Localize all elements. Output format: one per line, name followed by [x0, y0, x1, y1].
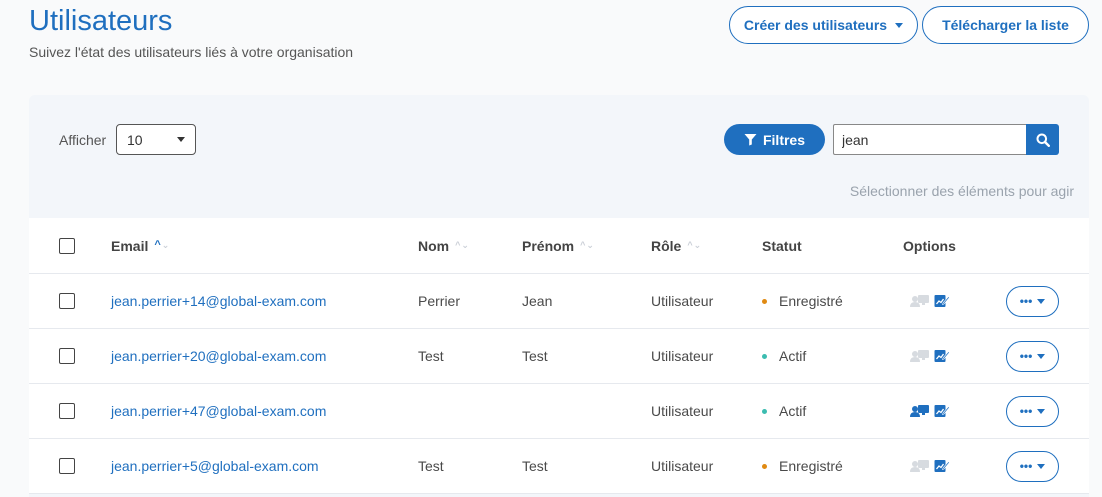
user-monitor-icon[interactable] — [910, 349, 930, 363]
page-title: Utilisateurs — [29, 5, 173, 37]
row-actions-button[interactable]: ••• — [1006, 395, 1059, 427]
create-users-label: Créer des utilisateurs — [743, 17, 888, 33]
filter-icon — [744, 134, 757, 146]
user-role: Utilisateur — [651, 348, 714, 364]
table-row: jean.perrier+20@global-exam.com Test Tes… — [29, 329, 1089, 384]
column-options-header: Options — [903, 237, 956, 254]
user-prenom: Test — [522, 348, 548, 364]
user-nom: Perrier — [418, 293, 461, 309]
page-size-select[interactable]: 10 — [116, 124, 196, 155]
users-panel: Afficher 10 Filtres Sélectionner des élé… — [29, 95, 1089, 497]
table-row: jean.perrier+47@global-exam.com Utilisat… — [29, 384, 1089, 439]
table-row: jean.perrier+5@global-exam.com Test Test… — [29, 439, 1089, 494]
user-role: Utilisateur — [651, 403, 714, 419]
edit-chart-icon[interactable] — [934, 349, 950, 363]
row-actions-button[interactable]: ••• — [1006, 450, 1059, 482]
column-email-label: Email — [111, 237, 149, 254]
user-email-link[interactable]: jean.perrier+14@global-exam.com — [111, 293, 326, 309]
row-checkbox[interactable] — [59, 348, 75, 364]
sort-icon: ^ ⌄ — [154, 239, 170, 251]
row-options — [903, 384, 950, 438]
table-row: jean.perrier+14@global-exam.com Perrier … — [29, 274, 1089, 329]
status-dot-icon — [762, 408, 767, 414]
chevron-down-icon — [1037, 408, 1046, 414]
edit-chart-icon[interactable] — [934, 459, 950, 473]
row-checkbox[interactable] — [59, 293, 75, 309]
status-badge: Enregistré — [762, 439, 843, 493]
search-button[interactable] — [1026, 124, 1059, 155]
column-statut-header: Statut — [762, 237, 802, 254]
column-nom-label: Nom — [418, 237, 450, 254]
row-options — [903, 439, 950, 493]
sort-icon: ^ ⌄ — [580, 240, 594, 250]
more-icon: ••• — [1019, 404, 1033, 418]
status-label: Actif — [779, 403, 807, 419]
status-dot-icon — [762, 353, 767, 359]
status-badge: Actif — [762, 329, 806, 383]
status-badge: Actif — [762, 384, 806, 438]
table-header-row: Email ^ ⌄ Nom ^ ⌄ Prénom ^ ⌄ Rôle ^ ⌄ Statut… — [29, 218, 1089, 274]
edit-chart-icon[interactable] — [934, 294, 950, 308]
row-checkbox[interactable] — [59, 458, 75, 474]
select-all-checkbox[interactable] — [59, 237, 75, 254]
user-nom: Test — [418, 458, 444, 474]
users-table: Email ^ ⌄ Nom ^ ⌄ Prénom ^ ⌄ Rôle ^ ⌄ Statut… — [29, 218, 1089, 494]
sort-icon: ^ ⌄ — [687, 240, 702, 250]
column-role-label: Rôle — [651, 237, 682, 254]
column-email-header[interactable]: Email ^ ⌄ — [111, 218, 169, 273]
more-icon: ••• — [1019, 349, 1033, 363]
status-dot-icon — [762, 463, 767, 469]
column-prenom-label: Prénom — [522, 237, 575, 254]
user-role: Utilisateur — [651, 458, 714, 474]
search-input[interactable] — [833, 124, 1027, 155]
column-nom-header[interactable]: Nom ^ ⌄ — [418, 218, 469, 273]
column-role-header[interactable]: Rôle ^ ⌄ — [651, 218, 701, 273]
user-prenom: Jean — [522, 293, 553, 309]
user-nom: Test — [418, 348, 444, 364]
user-monitor-icon[interactable] — [910, 294, 930, 308]
status-label: Actif — [779, 348, 807, 364]
status-label: Enregistré — [779, 458, 843, 474]
chevron-down-icon — [895, 22, 904, 28]
column-prenom-header[interactable]: Prénom ^ ⌄ — [522, 218, 594, 273]
sort-icon: ^ ⌄ — [455, 240, 469, 250]
row-actions-button[interactable]: ••• — [1006, 340, 1059, 372]
more-icon: ••• — [1019, 294, 1033, 308]
download-list-button[interactable]: Télécharger la liste — [922, 6, 1089, 44]
more-icon: ••• — [1019, 459, 1033, 473]
status-badge: Enregistré — [762, 274, 843, 328]
row-options — [903, 274, 950, 328]
user-monitor-icon[interactable] — [910, 404, 930, 418]
chevron-down-icon — [177, 137, 185, 142]
edit-chart-icon[interactable] — [934, 404, 950, 418]
page-size-label: Afficher — [59, 132, 107, 148]
page-size-value: 10 — [127, 131, 143, 148]
page-subtitle: Suivez l'état des utilisateurs liés à vo… — [29, 44, 354, 60]
chevron-down-icon — [1037, 353, 1046, 359]
user-prenom: Test — [522, 458, 548, 474]
user-role: Utilisateur — [651, 293, 714, 309]
filters-label: Filtres — [762, 131, 805, 148]
chevron-down-icon — [1037, 298, 1046, 304]
download-list-label: Télécharger la liste — [942, 17, 1069, 33]
user-email-link[interactable]: jean.perrier+5@global-exam.com — [111, 458, 319, 474]
status-label: Enregistré — [779, 293, 843, 309]
user-email-link[interactable]: jean.perrier+47@global-exam.com — [111, 403, 326, 419]
user-email-link[interactable]: jean.perrier+20@global-exam.com — [111, 348, 326, 364]
user-monitor-icon[interactable] — [910, 459, 930, 473]
filters-button[interactable]: Filtres — [724, 124, 825, 155]
bulk-action-hint: Sélectionner des éléments pour agir — [849, 183, 1074, 199]
status-dot-icon — [762, 298, 767, 304]
search-icon — [1036, 133, 1050, 147]
row-actions-button[interactable]: ••• — [1006, 285, 1059, 317]
create-users-button[interactable]: Créer des utilisateurs — [729, 6, 918, 44]
row-checkbox[interactable] — [59, 403, 75, 419]
chevron-down-icon — [1037, 463, 1046, 469]
row-options — [903, 329, 950, 383]
